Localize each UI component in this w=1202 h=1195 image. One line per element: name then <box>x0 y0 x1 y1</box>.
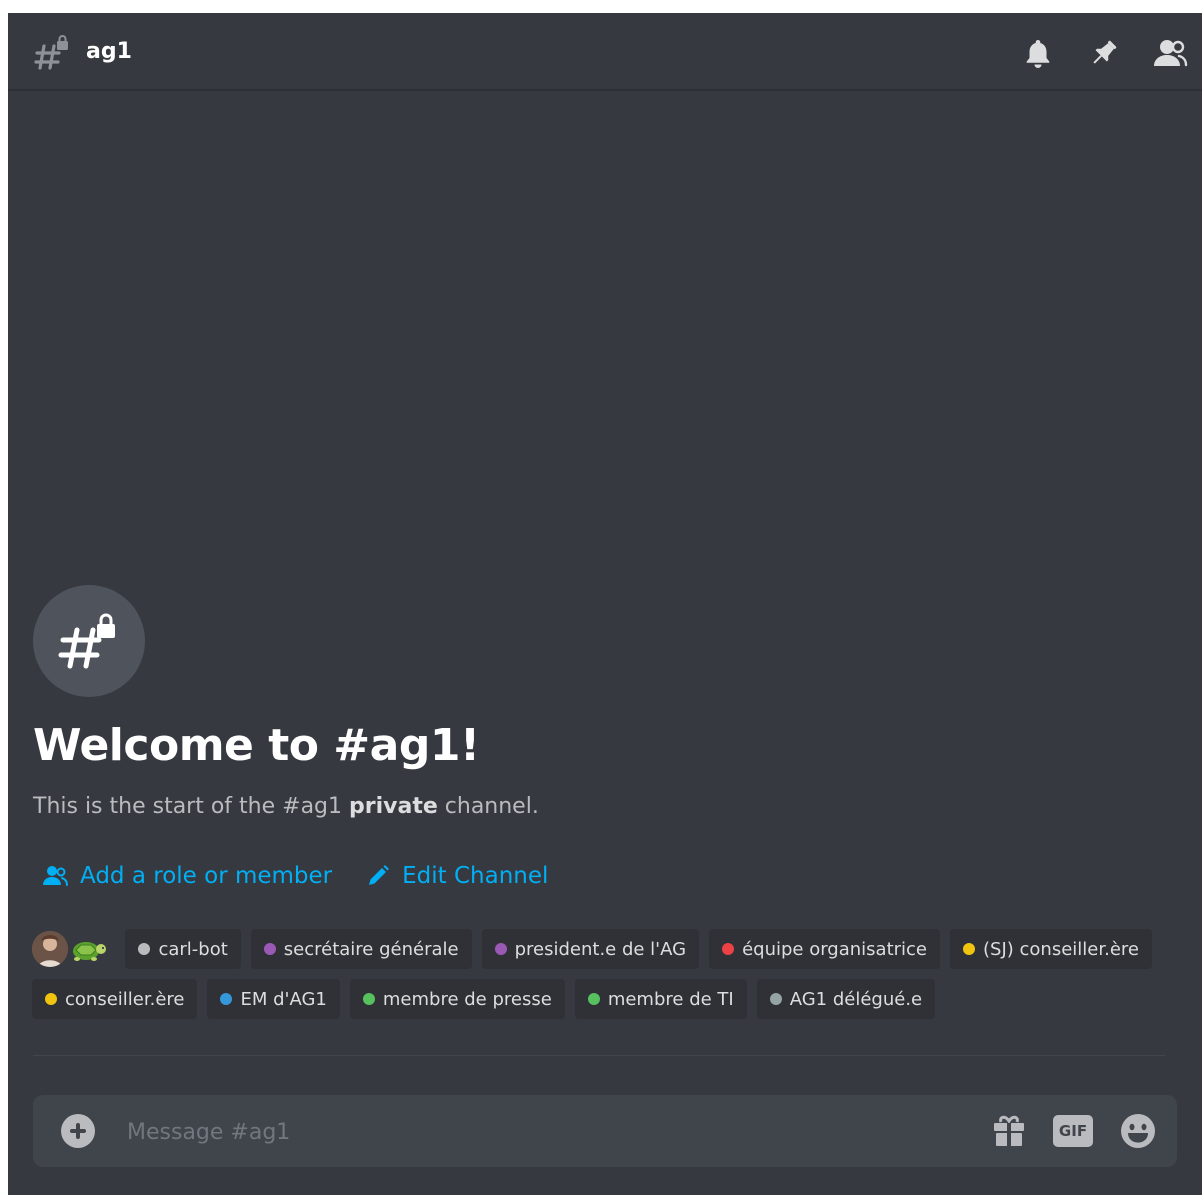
role-label: carl-bot <box>158 938 228 960</box>
role-color-dot <box>362 993 375 1005</box>
role-color-dot <box>494 943 507 955</box>
gif-button[interactable]: GIF <box>1053 1115 1093 1147</box>
subtitle-prefix: This is the start of the #ag1 <box>33 794 350 819</box>
role-label: president.e de l'AG <box>514 938 687 960</box>
channel-roles: carl-bot secrétaire générale president.e… <box>32 929 1152 1029</box>
members-icon[interactable] <box>1152 35 1188 71</box>
roles-row: conseiller.ère EM d'AG1 membre de presse… <box>32 979 1152 1019</box>
message-composer: GIF <box>33 1095 1177 1167</box>
channel-name: ag1 <box>86 39 132 64</box>
role-color-dot <box>722 943 735 955</box>
role-label: EM d'AG1 <box>240 988 327 1010</box>
role-label: membre de TI <box>607 988 734 1010</box>
role-color-dot <box>769 993 782 1005</box>
role-pill-president-ag[interactable]: president.e de l'AG <box>481 929 700 969</box>
role-pill-equipe-organisatrice[interactable]: équipe organisatrice <box>709 929 941 969</box>
member-avatars <box>32 929 115 969</box>
roles-row: carl-bot secrétaire générale president.e… <box>32 929 1152 969</box>
emoji-icon[interactable] <box>1119 1112 1157 1150</box>
role-pill-membre-presse[interactable]: membre de presse <box>349 979 565 1019</box>
welcome-title: Welcome to #ag1! <box>33 720 480 771</box>
role-label: AG1 délégué.e <box>789 988 923 1010</box>
bell-icon[interactable] <box>1020 35 1056 71</box>
add-role-label: Add a role or member <box>80 863 333 889</box>
role-color-dot <box>963 943 976 955</box>
composer-tools: GIF <box>991 1112 1157 1150</box>
role-label: conseiller.ère <box>65 988 185 1010</box>
avatar[interactable] <box>32 931 68 967</box>
channel-header: ag1 <box>8 13 1202 91</box>
role-label: secrétaire générale <box>283 938 459 960</box>
role-pill-sj-conseillere[interactable]: (SJ) conseiller.ère <box>950 929 1152 969</box>
role-pill-carl-bot[interactable]: carl-bot <box>125 929 241 969</box>
role-label: (SJ) conseiller.ère <box>983 938 1139 960</box>
gift-icon[interactable] <box>991 1113 1027 1149</box>
role-pill-conseillere[interactable]: conseiller.ère <box>32 979 198 1019</box>
role-color-dot <box>263 943 276 955</box>
message-input[interactable] <box>125 1107 969 1157</box>
channel-view: ag1 Welcome to #ag1! This is the start o… <box>8 13 1202 1195</box>
role-color-dot <box>220 993 233 1005</box>
edit-channel-button[interactable]: Edit Channel <box>366 859 548 893</box>
add-role-or-member-button[interactable]: Add a role or member <box>42 859 332 893</box>
role-label: équipe organisatrice <box>742 938 928 960</box>
role-pill-secretaire-generale[interactable]: secrétaire générale <box>250 929 472 969</box>
add-member-icon <box>43 866 68 886</box>
edit-channel-label: Edit Channel <box>402 863 549 889</box>
role-color-dot <box>587 993 600 1005</box>
attach-plus-button[interactable] <box>61 1114 95 1148</box>
locked-channel-icon <box>34 35 72 71</box>
pencil-icon <box>369 865 390 885</box>
welcome-subtitle: This is the start of the #ag1 private ch… <box>33 791 539 823</box>
subtitle-suffix: channel. <box>437 794 539 819</box>
role-pill-ag1-delegue[interactable]: AG1 délégué.e <box>756 979 936 1019</box>
pin-icon[interactable] <box>1086 35 1122 71</box>
turtle-avatar[interactable] <box>68 933 108 965</box>
channel-actions: Add a role or member Edit Channel <box>42 859 548 893</box>
role-label: membre de presse <box>382 988 552 1010</box>
role-color-dot <box>45 993 57 1005</box>
divider <box>33 1055 1165 1056</box>
locked-channel-icon <box>58 613 115 669</box>
channel-avatar <box>33 585 145 697</box>
role-color-dot <box>138 943 151 955</box>
subtitle-private: private <box>349 794 438 819</box>
role-pill-em-ag1[interactable]: EM d'AG1 <box>207 979 340 1019</box>
header-toolbar <box>1020 35 1188 71</box>
role-pill-membre-ti[interactable]: membre de TI <box>574 979 747 1019</box>
